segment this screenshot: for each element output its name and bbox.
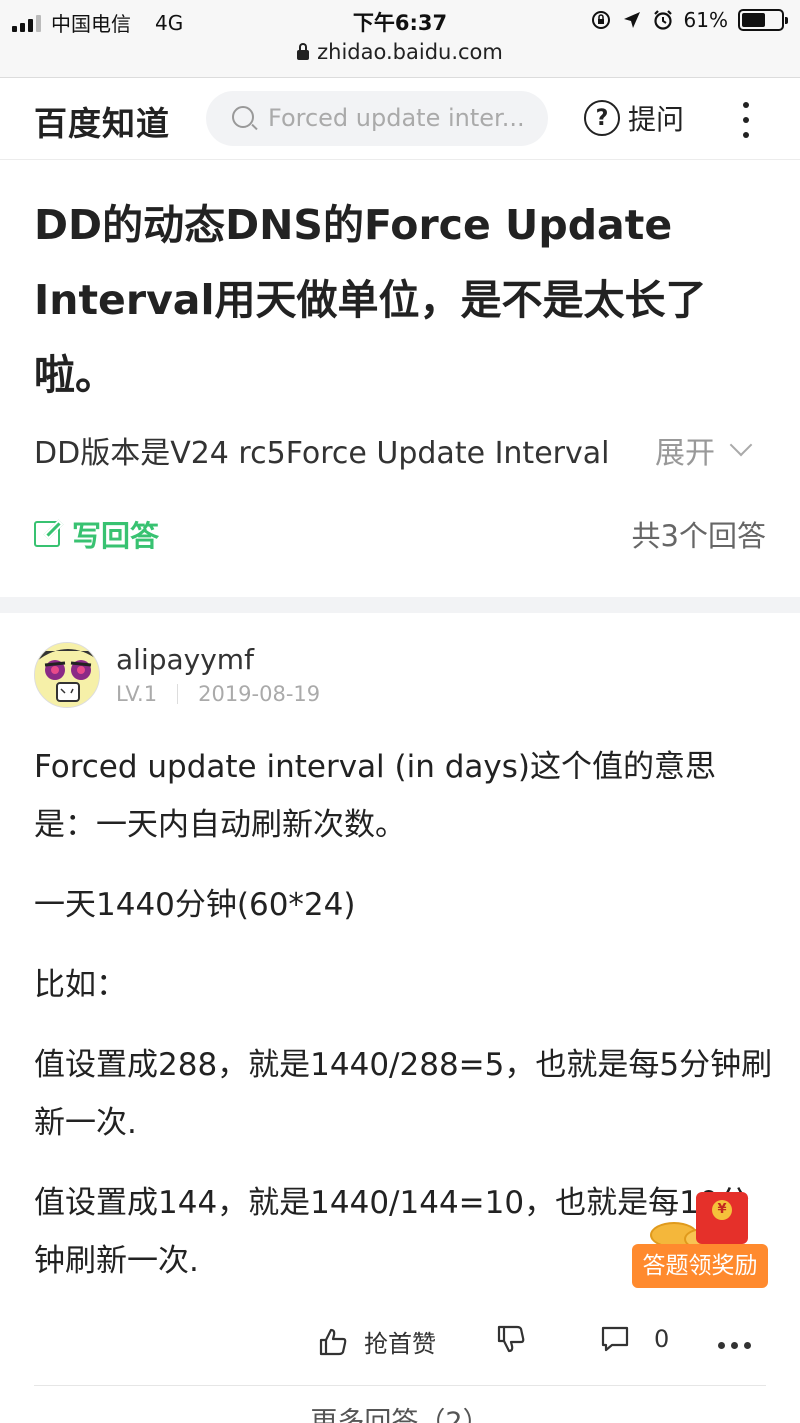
status-bar: 中国电信 4G 下午6:37 61%: [0, 0, 800, 40]
status-right: 61%: [590, 8, 788, 32]
answer-paragraph: 一天1440分钟(60*24): [34, 887, 356, 923]
more-vertical-icon[interactable]: [738, 102, 754, 138]
avatar[interactable]: [34, 642, 100, 708]
ask-label: 提问: [628, 103, 685, 136]
url-text: zhidao.baidu.com: [317, 40, 503, 64]
actions-divider: [34, 1385, 766, 1386]
ask-button[interactable]: ? 提问: [584, 98, 684, 138]
location-icon: [623, 12, 640, 28]
like-label: 抢首赞: [364, 1330, 436, 1358]
site-logo[interactable]: 百度知道: [34, 97, 170, 145]
write-answer-label: 写回答: [72, 519, 160, 553]
section-divider: [0, 597, 800, 613]
answer-paragraph: 比如：: [34, 967, 127, 1003]
like-button[interactable]: 抢首赞: [318, 1324, 436, 1359]
thumbs-down-icon: [497, 1325, 525, 1353]
comment-icon: [601, 1326, 629, 1352]
answer-paragraph: 值设置成288，就是1440/288=5，也就是每5分钟刷新一次.: [34, 1047, 773, 1141]
search-input[interactable]: Forced update inter...: [206, 91, 548, 146]
search-placeholder: Forced update inter...: [268, 104, 525, 132]
question-circle-icon: ?: [584, 100, 620, 136]
more-horizontal-icon[interactable]: [718, 1342, 751, 1349]
meta-separator: [177, 684, 179, 704]
answer-count: 共3个回答: [631, 519, 766, 553]
url-bar[interactable]: zhidao.baidu.com: [0, 40, 800, 78]
rotation-lock-icon: [591, 11, 610, 29]
user-level: LV.1: [116, 682, 158, 706]
answer-meta: LV.1 2019-08-19: [116, 682, 320, 706]
avatar-image: [35, 643, 99, 707]
more-answers-button[interactable]: 更多回答（2）: [0, 1400, 800, 1423]
edit-icon: [34, 521, 60, 547]
red-envelope-icon: [696, 1192, 748, 1244]
search-icon: [232, 106, 254, 128]
answer-username[interactable]: alipayymf: [116, 643, 254, 676]
expand-label: 展开: [655, 436, 715, 471]
lock-icon: [297, 43, 310, 60]
alarm-icon: [653, 10, 672, 30]
answer-paragraph: Forced update interval (in days)这个值的意思是：…: [34, 749, 716, 843]
dislike-button[interactable]: [496, 1324, 526, 1354]
comment-button[interactable]: 0: [600, 1324, 669, 1354]
write-answer-button[interactable]: 写回答: [34, 513, 159, 555]
battery-fill: [742, 13, 766, 27]
chevron-down-icon: [729, 433, 753, 457]
question-title: DD的动态DNS的Force Update Interval用天做单位，是不是太…: [34, 201, 707, 399]
site-header: 百度知道 Forced update inter... ? 提问: [0, 78, 800, 160]
comment-count: 0: [654, 1325, 670, 1353]
reward-badge[interactable]: 答题领奖励: [632, 1188, 768, 1289]
answer-date: 2019-08-19: [198, 682, 321, 706]
reward-label: 答题领奖励: [632, 1244, 768, 1288]
battery-percent: 61%: [683, 8, 728, 32]
thumbs-up-icon: [319, 1328, 347, 1355]
answer-actions: 抢首赞 0: [0, 1318, 800, 1386]
battery-icon: [738, 9, 788, 31]
expand-button[interactable]: 展开: [655, 428, 753, 472]
